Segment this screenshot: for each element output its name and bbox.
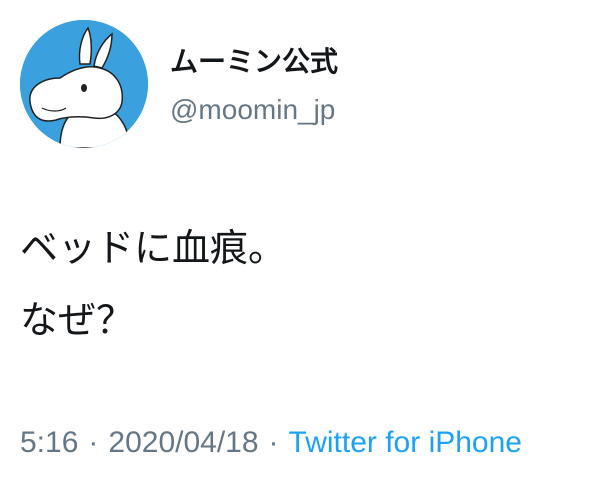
meta-separator: · — [88, 426, 99, 459]
tweet-card: ムーミン公式 @moomin_jp ベッドに血痕。 なぜ？ 5:16 · 2020/… — [0, 0, 600, 490]
meta-separator: · — [268, 426, 279, 459]
moomin-avatar-icon[interactable] — [20, 20, 148, 148]
tweet-source-link[interactable]: Twitter for iPhone — [289, 426, 522, 459]
tweet-text-line: なぜ？ — [20, 298, 135, 342]
tweet-meta: 5:16 · 2020/04/18 · Twitter for iPhone — [20, 426, 522, 460]
user-handle[interactable]: @moomin_jp — [170, 94, 335, 126]
tweet-date[interactable]: 2020/04/18 — [108, 426, 258, 459]
tweet-text-line: ベッドに血痕。 — [20, 226, 287, 270]
tweet-time[interactable]: 5:16 — [20, 426, 78, 459]
tweet-text: ベッドに血痕。 なぜ？ — [20, 212, 286, 356]
display-name[interactable]: ムーミン公式 — [170, 40, 338, 80]
